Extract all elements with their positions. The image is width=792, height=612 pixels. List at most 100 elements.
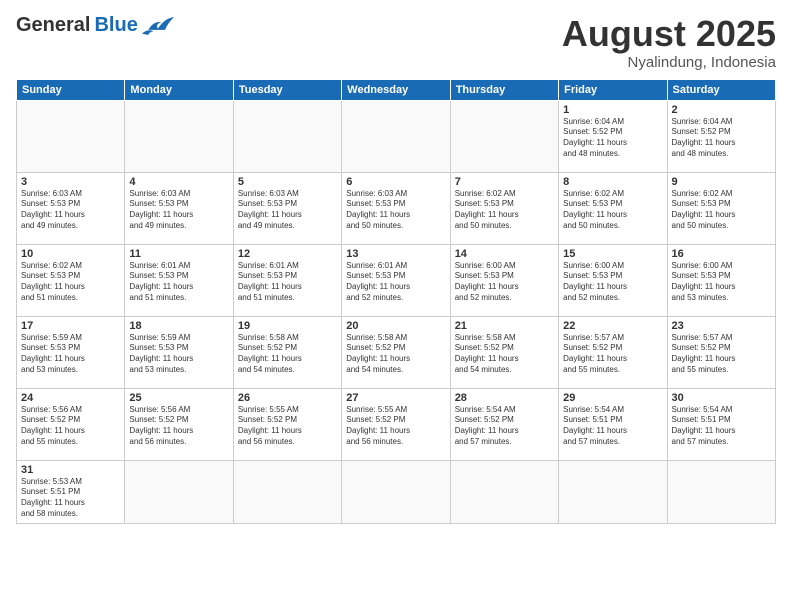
table-row: 30Sunrise: 5:54 AM Sunset: 5:51 PM Dayli… bbox=[667, 388, 775, 460]
day-number: 12 bbox=[238, 248, 337, 260]
table-row: 17Sunrise: 5:59 AM Sunset: 5:53 PM Dayli… bbox=[17, 316, 125, 388]
day-number: 31 bbox=[21, 464, 120, 476]
day-info: Sunrise: 5:58 AM Sunset: 5:52 PM Dayligh… bbox=[455, 333, 554, 376]
day-number: 19 bbox=[238, 320, 337, 332]
table-row: 12Sunrise: 6:01 AM Sunset: 5:53 PM Dayli… bbox=[233, 244, 341, 316]
day-info: Sunrise: 5:57 AM Sunset: 5:52 PM Dayligh… bbox=[672, 333, 771, 376]
day-number: 17 bbox=[21, 320, 120, 332]
table-row: 18Sunrise: 5:59 AM Sunset: 5:53 PM Dayli… bbox=[125, 316, 233, 388]
calendar: Sunday Monday Tuesday Wednesday Thursday… bbox=[16, 79, 776, 524]
day-number: 11 bbox=[129, 248, 228, 260]
logo-bird-icon bbox=[142, 15, 174, 37]
table-row: 31Sunrise: 5:53 AM Sunset: 5:51 PM Dayli… bbox=[17, 460, 125, 523]
day-info: Sunrise: 6:03 AM Sunset: 5:53 PM Dayligh… bbox=[346, 189, 445, 232]
table-row: 2Sunrise: 6:04 AM Sunset: 5:52 PM Daylig… bbox=[667, 100, 775, 172]
table-row: 27Sunrise: 5:55 AM Sunset: 5:52 PM Dayli… bbox=[342, 388, 450, 460]
day-info: Sunrise: 5:53 AM Sunset: 5:51 PM Dayligh… bbox=[21, 477, 120, 520]
table-row: 10Sunrise: 6:02 AM Sunset: 5:53 PM Dayli… bbox=[17, 244, 125, 316]
day-info: Sunrise: 6:00 AM Sunset: 5:53 PM Dayligh… bbox=[455, 261, 554, 304]
day-info: Sunrise: 5:54 AM Sunset: 5:51 PM Dayligh… bbox=[672, 405, 771, 448]
day-info: Sunrise: 5:59 AM Sunset: 5:53 PM Dayligh… bbox=[129, 333, 228, 376]
day-number: 29 bbox=[563, 392, 662, 404]
day-info: Sunrise: 5:55 AM Sunset: 5:52 PM Dayligh… bbox=[346, 405, 445, 448]
table-row: 23Sunrise: 5:57 AM Sunset: 5:52 PM Dayli… bbox=[667, 316, 775, 388]
logo-text-blue: Blue bbox=[94, 14, 137, 37]
col-thursday: Thursday bbox=[450, 79, 558, 100]
table-row: 14Sunrise: 6:00 AM Sunset: 5:53 PM Dayli… bbox=[450, 244, 558, 316]
table-row: 15Sunrise: 6:00 AM Sunset: 5:53 PM Dayli… bbox=[559, 244, 667, 316]
day-number: 15 bbox=[563, 248, 662, 260]
table-row: 1Sunrise: 6:04 AM Sunset: 5:52 PM Daylig… bbox=[559, 100, 667, 172]
col-tuesday: Tuesday bbox=[233, 79, 341, 100]
day-number: 8 bbox=[563, 176, 662, 188]
table-row: 3Sunrise: 6:03 AM Sunset: 5:53 PM Daylig… bbox=[17, 172, 125, 244]
day-info: Sunrise: 6:03 AM Sunset: 5:53 PM Dayligh… bbox=[21, 189, 120, 232]
day-info: Sunrise: 6:01 AM Sunset: 5:53 PM Dayligh… bbox=[238, 261, 337, 304]
day-info: Sunrise: 6:01 AM Sunset: 5:53 PM Dayligh… bbox=[346, 261, 445, 304]
day-number: 3 bbox=[21, 176, 120, 188]
table-row bbox=[450, 100, 558, 172]
day-number: 13 bbox=[346, 248, 445, 260]
table-row bbox=[559, 460, 667, 523]
table-row: 13Sunrise: 6:01 AM Sunset: 5:53 PM Dayli… bbox=[342, 244, 450, 316]
col-monday: Monday bbox=[125, 79, 233, 100]
col-sunday: Sunday bbox=[17, 79, 125, 100]
col-friday: Friday bbox=[559, 79, 667, 100]
day-number: 7 bbox=[455, 176, 554, 188]
table-row: 11Sunrise: 6:01 AM Sunset: 5:53 PM Dayli… bbox=[125, 244, 233, 316]
month-title: August 2025 bbox=[562, 14, 776, 54]
day-info: Sunrise: 5:58 AM Sunset: 5:52 PM Dayligh… bbox=[238, 333, 337, 376]
location: Nyalindung, Indonesia bbox=[562, 54, 776, 71]
day-number: 10 bbox=[21, 248, 120, 260]
day-number: 22 bbox=[563, 320, 662, 332]
day-number: 16 bbox=[672, 248, 771, 260]
day-number: 23 bbox=[672, 320, 771, 332]
day-number: 20 bbox=[346, 320, 445, 332]
table-row: 29Sunrise: 5:54 AM Sunset: 5:51 PM Dayli… bbox=[559, 388, 667, 460]
day-info: Sunrise: 6:03 AM Sunset: 5:53 PM Dayligh… bbox=[238, 189, 337, 232]
table-row: 26Sunrise: 5:55 AM Sunset: 5:52 PM Dayli… bbox=[233, 388, 341, 460]
day-info: Sunrise: 6:02 AM Sunset: 5:53 PM Dayligh… bbox=[21, 261, 120, 304]
day-info: Sunrise: 6:04 AM Sunset: 5:52 PM Dayligh… bbox=[672, 117, 771, 160]
day-number: 6 bbox=[346, 176, 445, 188]
table-row: 16Sunrise: 6:00 AM Sunset: 5:53 PM Dayli… bbox=[667, 244, 775, 316]
col-saturday: Saturday bbox=[667, 79, 775, 100]
table-row: 9Sunrise: 6:02 AM Sunset: 5:53 PM Daylig… bbox=[667, 172, 775, 244]
day-info: Sunrise: 5:54 AM Sunset: 5:52 PM Dayligh… bbox=[455, 405, 554, 448]
day-number: 25 bbox=[129, 392, 228, 404]
header: General Blue August 2025 Nyalindung, Ind… bbox=[16, 14, 776, 71]
table-row: 4Sunrise: 6:03 AM Sunset: 5:53 PM Daylig… bbox=[125, 172, 233, 244]
logo-text-general: General bbox=[16, 14, 90, 37]
day-number: 4 bbox=[129, 176, 228, 188]
day-info: Sunrise: 6:00 AM Sunset: 5:53 PM Dayligh… bbox=[563, 261, 662, 304]
day-number: 18 bbox=[129, 320, 228, 332]
table-row bbox=[450, 460, 558, 523]
day-number: 2 bbox=[672, 104, 771, 116]
day-info: Sunrise: 6:04 AM Sunset: 5:52 PM Dayligh… bbox=[563, 117, 662, 160]
day-info: Sunrise: 5:55 AM Sunset: 5:52 PM Dayligh… bbox=[238, 405, 337, 448]
table-row: 22Sunrise: 5:57 AM Sunset: 5:52 PM Dayli… bbox=[559, 316, 667, 388]
title-block: August 2025 Nyalindung, Indonesia bbox=[562, 14, 776, 71]
table-row: 25Sunrise: 5:56 AM Sunset: 5:52 PM Dayli… bbox=[125, 388, 233, 460]
table-row bbox=[233, 460, 341, 523]
table-row: 20Sunrise: 5:58 AM Sunset: 5:52 PM Dayli… bbox=[342, 316, 450, 388]
day-number: 24 bbox=[21, 392, 120, 404]
table-row bbox=[342, 100, 450, 172]
calendar-header-row: Sunday Monday Tuesday Wednesday Thursday… bbox=[17, 79, 776, 100]
day-number: 14 bbox=[455, 248, 554, 260]
day-info: Sunrise: 5:56 AM Sunset: 5:52 PM Dayligh… bbox=[21, 405, 120, 448]
day-info: Sunrise: 6:02 AM Sunset: 5:53 PM Dayligh… bbox=[455, 189, 554, 232]
day-info: Sunrise: 6:02 AM Sunset: 5:53 PM Dayligh… bbox=[672, 189, 771, 232]
table-row: 21Sunrise: 5:58 AM Sunset: 5:52 PM Dayli… bbox=[450, 316, 558, 388]
table-row: 6Sunrise: 6:03 AM Sunset: 5:53 PM Daylig… bbox=[342, 172, 450, 244]
day-info: Sunrise: 5:56 AM Sunset: 5:52 PM Dayligh… bbox=[129, 405, 228, 448]
day-number: 5 bbox=[238, 176, 337, 188]
day-number: 27 bbox=[346, 392, 445, 404]
table-row bbox=[125, 460, 233, 523]
table-row bbox=[667, 460, 775, 523]
table-row: 7Sunrise: 6:02 AM Sunset: 5:53 PM Daylig… bbox=[450, 172, 558, 244]
day-number: 1 bbox=[563, 104, 662, 116]
day-number: 21 bbox=[455, 320, 554, 332]
day-number: 9 bbox=[672, 176, 771, 188]
day-info: Sunrise: 6:03 AM Sunset: 5:53 PM Dayligh… bbox=[129, 189, 228, 232]
